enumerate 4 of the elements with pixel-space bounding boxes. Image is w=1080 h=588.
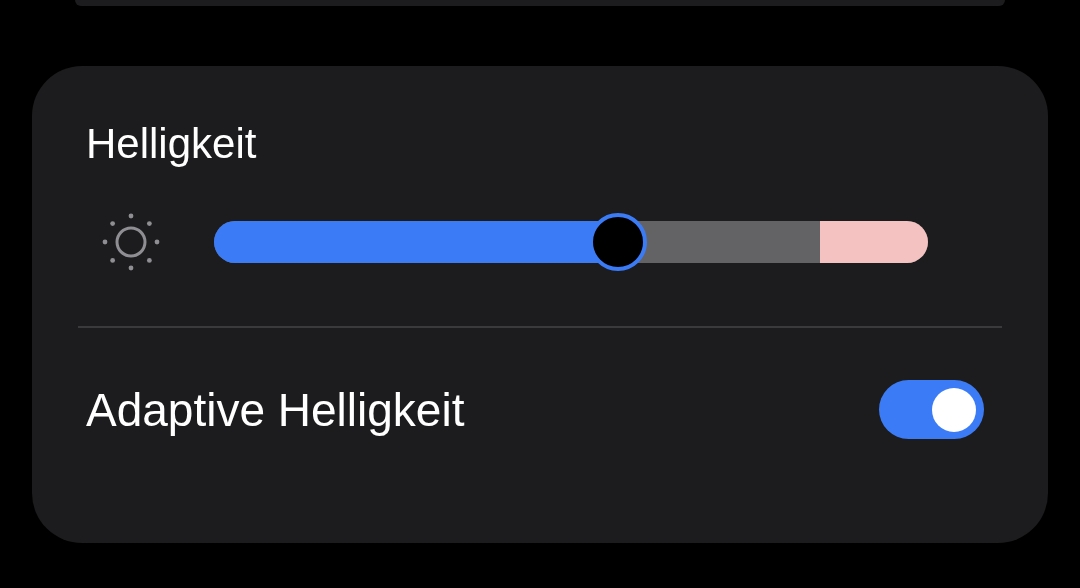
adaptive-brightness-label: Adaptive Helligkeit	[86, 382, 465, 438]
brightness-slider[interactable]	[214, 213, 928, 271]
toggle-knob	[932, 387, 976, 432]
card-title: Helligkeit	[86, 119, 258, 169]
